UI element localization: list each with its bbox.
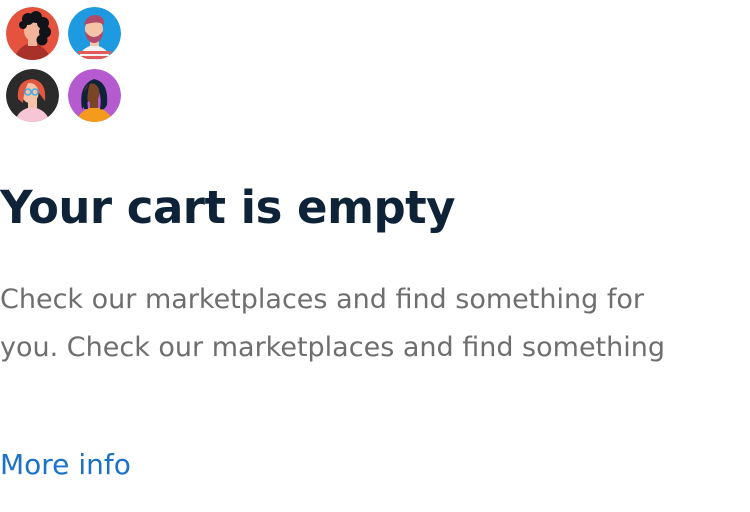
empty-cart-description: Check our marketplaces and find somethin… bbox=[0, 284, 666, 363]
avatar-4 bbox=[68, 69, 121, 122]
more-info-link[interactable]: More info bbox=[0, 443, 131, 487]
avatar-3 bbox=[6, 69, 59, 122]
person-avatar-icon bbox=[6, 69, 59, 122]
empty-cart-title: Your cart is empty bbox=[0, 181, 456, 234]
avatar-group bbox=[6, 7, 122, 123]
person-avatar-icon bbox=[68, 69, 121, 122]
avatar-2 bbox=[68, 7, 121, 60]
person-avatar-icon bbox=[6, 7, 59, 60]
avatar-1 bbox=[6, 7, 59, 60]
person-avatar-icon bbox=[68, 7, 121, 60]
